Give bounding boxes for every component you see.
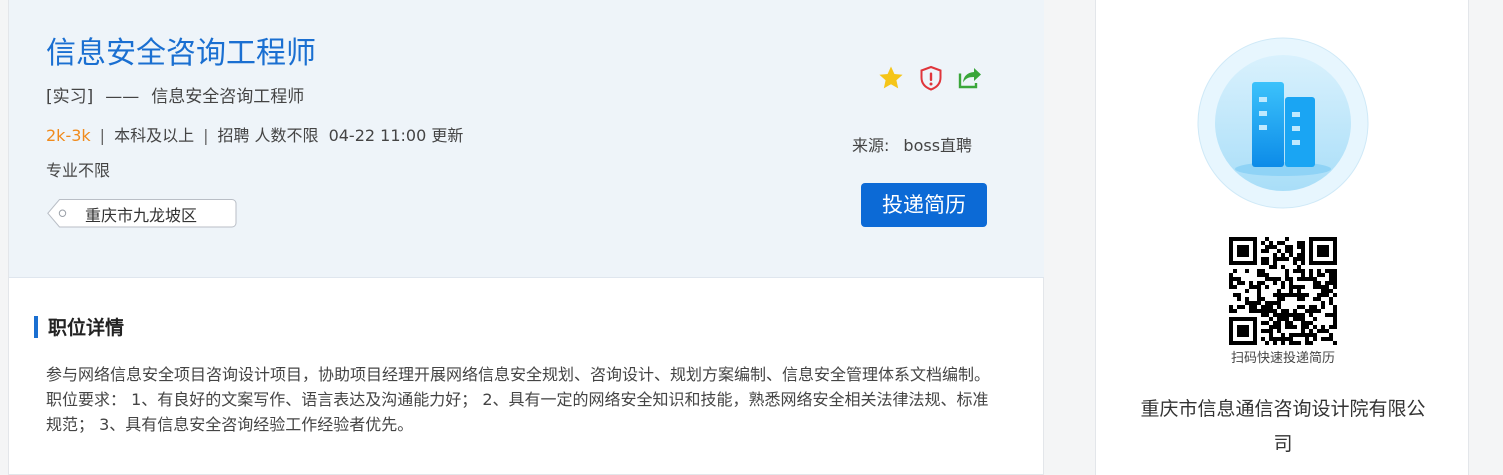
qr-code [1229, 237, 1337, 345]
headcount: 招聘 人数不限 [217, 126, 319, 145]
apply-button[interactable]: 投递简历 [861, 183, 987, 227]
share-icon[interactable] [955, 64, 983, 92]
source-label: 来源: [852, 136, 890, 155]
source-value: boss直聘 [903, 136, 973, 155]
location-tag: 重庆市九龙坡区 [47, 199, 237, 228]
job-type: [实习] [46, 87, 94, 107]
shield-alert-icon[interactable] [917, 64, 945, 92]
job-header: 信息安全咨询工程师 [实习] —— 信息安全咨询工程师 2k-3k | 本科及以上 | 招聘… [9, 0, 1044, 278]
job-description: 参与网络信息安全项目咨询设计项目，协助项目经理开展网络信息安全规划、咨询设计、规… [46, 365, 991, 434]
job-title: 信息安全咨询工程师 [46, 36, 316, 71]
job-meta: 2k-3k | 本科及以上 | 招聘 人数不限 04-22 11:00 更新 [46, 122, 463, 146]
company-name[interactable]: 重庆市信息通信咨询设计院有限公司 [1136, 392, 1430, 462]
qr-caption: 扫码快速投递简历 [1230, 351, 1335, 366]
company-card: 扫码快速投递简历 重庆市信息通信咨询设计院有限公司 [1095, 0, 1469, 475]
subtitle-dash: —— [105, 87, 140, 107]
major-requirement: 专业不限 [46, 161, 111, 180]
building-logo-icon[interactable] [1197, 37, 1369, 209]
update-time: 04-22 11:00 更新 [328, 126, 464, 145]
section-accent-bar [34, 316, 38, 338]
location-text: 重庆市九龙坡区 [85, 206, 198, 225]
section-title: 职位详情 [48, 317, 125, 339]
star-icon[interactable] [877, 64, 905, 92]
education: 本科及以上 [114, 126, 195, 145]
meta-separator: | [203, 126, 209, 145]
action-icons [877, 64, 987, 94]
job-subtitle-text: 信息安全咨询工程师 [151, 87, 305, 107]
source-info: 来源: boss直聘 [852, 132, 972, 156]
meta-separator: | [99, 126, 106, 145]
salary: 2k-3k [46, 126, 91, 145]
job-subtitle: [实习] —— 信息安全咨询工程师 [46, 82, 304, 107]
job-main-card: 信息安全咨询工程师 [实习] —— 信息安全咨询工程师 2k-3k | 本科及以上 | 招聘… [8, 0, 1044, 475]
